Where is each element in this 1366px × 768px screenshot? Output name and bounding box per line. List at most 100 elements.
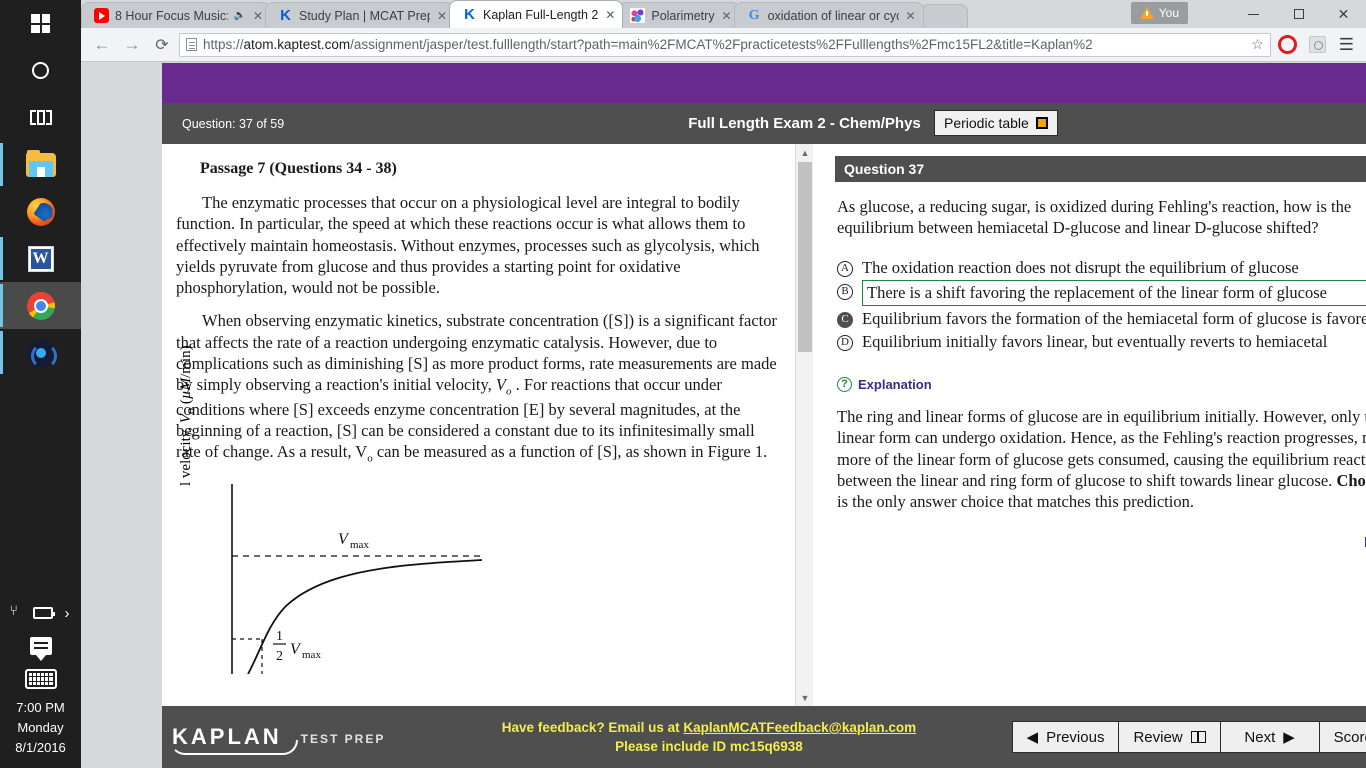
clock[interactable]: 7:00 PM Monday 8/1/2016 (15, 692, 66, 768)
choice-bubble[interactable]: A (837, 261, 853, 277)
speech-bubble-icon[interactable] (30, 637, 52, 655)
chart-y-axis-label: l velocity, Vo (µM/min) (178, 316, 198, 486)
left-triangle-icon: ◀ (1027, 728, 1039, 746)
extension-icon[interactable] (1305, 32, 1331, 58)
choice-bubble-selected[interactable]: C (837, 312, 853, 328)
chevron-right-icon[interactable]: › (65, 606, 70, 621)
window-controls: ✕ (1231, 0, 1366, 28)
answer-choice-d[interactable]: D Equilibrium initially favors linear, b… (837, 331, 1366, 352)
taskbar-blue-app[interactable] (0, 329, 81, 376)
clock-date: 8/1/2016 (15, 738, 66, 758)
windows-taskbar: W › 7:00 PM Monday 8/1/2016 (0, 0, 81, 768)
svg-text:2: 2 (276, 649, 283, 664)
choice-bubble[interactable]: D (837, 335, 853, 351)
taskbar-file-explorer[interactable] (0, 141, 81, 188)
hamburger-menu-icon[interactable]: ☰ (1335, 35, 1358, 55)
explanation-bold-choice: Choice (B) (1336, 471, 1366, 490)
feedback-line-1: Have feedback? Email us at KaplanMCATFee… (405, 718, 1012, 737)
tab-close-icon[interactable]: ✕ (905, 9, 917, 23)
right-triangle-icon: ▶ (1283, 728, 1295, 746)
tab-kaplan-full-length-2[interactable]: K Kaplan Full-Length 2 ✕ (449, 0, 623, 28)
start-button[interactable] (0, 0, 81, 47)
exam-title: Full Length Exam 2 - Chem/Phys (162, 115, 1366, 132)
word-icon: W (28, 246, 54, 272)
review-button[interactable]: Review (1118, 721, 1220, 753)
close-window-button[interactable]: ✕ (1321, 0, 1366, 28)
tab-google-search[interactable]: G oxidation of linear or cycli ✕ (734, 2, 924, 28)
choice-bubble[interactable]: B (837, 284, 853, 300)
tab-close-icon[interactable]: ✕ (604, 8, 616, 22)
taskbar-firefox[interactable] (0, 188, 81, 235)
exam-footer: KAPLAN TEST PREP Have feedback? Email us… (162, 706, 1366, 768)
firefox-icon (27, 198, 55, 226)
browser-toolbar: ← → ⟳ https://atom.kaptest.com/assignmen… (81, 28, 1366, 62)
kaplan-wordmark: KAPLAN (172, 724, 292, 750)
feedback-line-2: Please include ID mc15q6938 (405, 737, 1012, 756)
page-info-icon[interactable] (186, 38, 197, 51)
explanation-part-a: The ring and linear forms of glucose are… (837, 407, 1366, 490)
battery-icon[interactable] (33, 607, 53, 619)
tab-close-icon[interactable]: ✕ (436, 9, 448, 23)
svg-text:V: V (290, 641, 302, 658)
answer-choice-b[interactable]: B There is a shift favoring the replacem… (837, 280, 1366, 305)
next-button[interactable]: Next ▶ (1220, 721, 1320, 753)
feedback-email-link[interactable]: KaplanMCATFeedback@kaplan.com (683, 720, 916, 735)
scroll-down-button[interactable]: ▼ (796, 689, 814, 706)
taskbar-chrome[interactable] (0, 282, 81, 329)
passage-pane: Passage 7 (Questions 34 - 38) The enzyma… (162, 144, 795, 706)
profile-button[interactable]: You (1131, 2, 1188, 24)
previous-button[interactable]: ◀ Previous (1012, 721, 1120, 753)
kaplan-tagline: TEST PREP (301, 732, 386, 750)
maximize-button[interactable] (1276, 0, 1321, 28)
tab-study-plan[interactable]: K Study Plan | MCAT Prep - ✕ (265, 2, 455, 28)
address-bar[interactable]: https://atom.kaptest.com/assignment/jasp… (179, 33, 1271, 57)
passage-p2-part-c: can be measured as a function of [S], as… (373, 442, 768, 461)
score-report-button[interactable]: Score Report (1319, 721, 1366, 753)
folder-icon (26, 153, 56, 177)
scrollbar-thumb[interactable] (798, 162, 812, 352)
back-button[interactable]: ← (89, 32, 115, 58)
keyboard-icon[interactable] (25, 669, 57, 689)
speaker-icon[interactable]: 🔈 (234, 10, 246, 21)
tab-polarimetry[interactable]: Polarimetry ✕ (617, 2, 739, 28)
opera-extension-icon[interactable] (1275, 32, 1301, 58)
score-report-label: Score Report (1334, 729, 1366, 746)
passage-scrollbar[interactable]: ▲ ▼ (795, 144, 813, 706)
cortana-button[interactable] (0, 47, 81, 94)
chrome-icon (27, 292, 55, 320)
tab-close-icon[interactable]: ✕ (252, 9, 264, 23)
question-pane: Question 37 As glucose, a reducing sugar… (813, 144, 1366, 706)
task-view-button[interactable] (0, 94, 81, 141)
question-stem: As glucose, a reducing sugar, is oxidize… (837, 197, 1366, 239)
figure-1-michaelis-menten-chart: l velocity, Vo (µM/min) V max (192, 484, 612, 674)
passage-paragraph-1: The enzymatic processes that occur on a … (176, 192, 779, 298)
tab-youtube[interactable]: 8 Hour Focus Music: Le 🔈 ✕ (81, 2, 271, 28)
google-icon: G (747, 8, 762, 23)
battery-charging-icon[interactable] (12, 607, 21, 619)
choice-text: The oxidation reaction does not disrupt … (862, 257, 1299, 278)
word-letter: W (31, 249, 51, 269)
tab-close-icon[interactable]: ✕ (721, 9, 733, 23)
answer-choice-c[interactable]: C Equilibrium favors the formation of th… (837, 308, 1366, 329)
answer-choice-a[interactable]: A The oxidation reaction does not disrup… (837, 257, 1366, 278)
star-icon[interactable]: ☆ (1251, 36, 1264, 53)
exam-header: Question: 37 of 59 Full Length Exam 2 - … (162, 103, 1366, 144)
kaplan-purple-banner (162, 63, 1366, 103)
periodic-table-button[interactable]: Periodic table (934, 110, 1058, 136)
close-explanation-control[interactable]: Close (835, 535, 1366, 549)
forward-button[interactable]: → (119, 32, 145, 58)
passage-text: Passage 7 (Questions 34 - 38) The enzyma… (172, 160, 779, 466)
scroll-up-button[interactable]: ▲ (796, 144, 814, 161)
new-tab-button[interactable] (920, 4, 968, 28)
tab-label: Polarimetry (651, 9, 714, 23)
minimize-button[interactable] (1231, 0, 1276, 28)
previous-label: Previous (1046, 729, 1104, 746)
explanation-text: The ring and linear forms of glucose are… (837, 406, 1366, 513)
svg-text:V: V (338, 531, 350, 548)
reload-button[interactable]: ⟳ (149, 32, 175, 58)
chrome-window: 8 Hour Focus Music: Le 🔈 ✕ K Study Plan … (81, 0, 1366, 768)
periodic-table-label: Periodic table (944, 115, 1029, 131)
browser-titlebar: 8 Hour Focus Music: Le 🔈 ✕ K Study Plan … (81, 0, 1366, 28)
taskbar-word[interactable]: W (0, 235, 81, 282)
system-tray: › 7:00 PM Monday 8/1/2016 (0, 598, 81, 768)
